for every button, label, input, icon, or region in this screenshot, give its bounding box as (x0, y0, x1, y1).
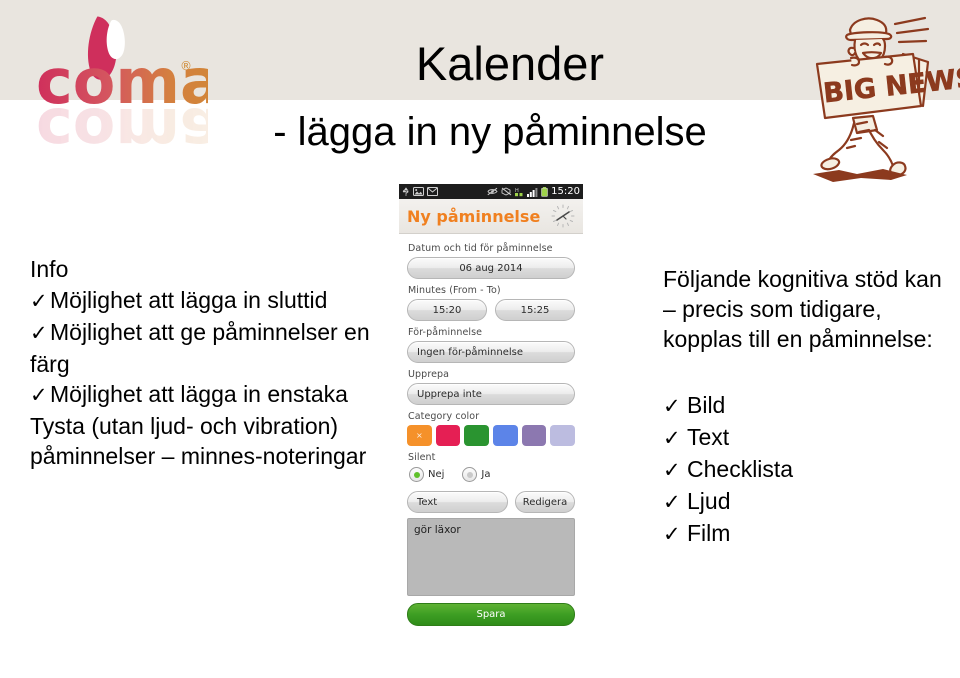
status-bar-clock: 15:20 (551, 185, 580, 197)
phone-app-header: Ny påminnelse (399, 199, 583, 234)
silent-option-no[interactable]: Nej (409, 467, 444, 482)
battery-icon (541, 186, 548, 197)
cognitive-support-column: Följande kognitiva stöd kan – precis som… (663, 264, 955, 550)
signal-icon (527, 187, 538, 197)
silent-icon (487, 187, 498, 196)
support-list-item: ✓ Ljud (663, 486, 955, 518)
silent-radio-group: Nej Ja (407, 467, 575, 482)
cognitive-support-paragraph: Följande kognitiva stöd kan – precis som… (663, 266, 942, 352)
phone-screenshot: H 15:20 Ny påminnelse Datum och tid för … (399, 184, 583, 678)
silent-label: Silent (408, 452, 436, 463)
category-color-swatches: × (407, 425, 576, 446)
image-icon (413, 187, 424, 196)
support-list-item-label: Film (687, 520, 731, 546)
check-icon: ✓ (663, 395, 681, 418)
info-list-item: ✓ Möjlighet att ge påminnelser en färg (30, 317, 380, 379)
support-list-item-label: Checklista (687, 456, 794, 482)
repeat-label: Upprepa (408, 369, 450, 380)
minutes-label: Minutes (From - To) (408, 285, 501, 296)
attachment-button-row: Text Redigera (407, 491, 575, 513)
selected-marker-icon: × (415, 430, 423, 440)
hsdpa-icon: H (515, 188, 523, 196)
support-list-item: ✓ Text (663, 422, 955, 454)
edit-button[interactable]: Redigera (515, 491, 575, 513)
info-list-item-label: Möjlighet att lägga in enstaka Tysta (ut… (30, 381, 367, 469)
save-button[interactable]: Spara (407, 603, 575, 626)
info-column: Info ✓ Möjlighet att lägga in sluttid ✓ Mö… (30, 254, 380, 471)
check-icon: ✓ (663, 459, 681, 482)
time-range-row: 15:20 15:25 (407, 299, 575, 321)
check-icon: ✓ (663, 491, 681, 514)
support-list-item: ✓ Bild (663, 390, 955, 422)
logo-registered-mark: ® (180, 59, 192, 73)
usb-icon (402, 186, 409, 196)
pre-reminder-select[interactable]: Ingen för-påminnelse (407, 341, 575, 363)
check-icon: ✓ (30, 322, 48, 345)
time-to-button[interactable]: 15:25 (495, 299, 575, 321)
color-swatch-blue[interactable] (493, 425, 518, 446)
info-list-item-label: Möjlighet att ge påminnelser en färg (30, 319, 370, 377)
color-swatch-crimson[interactable] (435, 425, 461, 446)
check-icon: ✓ (30, 290, 48, 313)
note-textarea[interactable]: gör läxor (407, 518, 575, 596)
info-list-item: ✓ Möjlighet att lägga in enstaka Tysta (u… (30, 379, 380, 471)
pre-reminder-label: För-påminnelse (408, 327, 483, 338)
phone-status-bar: H 15:20 (399, 184, 583, 199)
info-list-item-label: Möjlighet att lägga in sluttid (50, 287, 328, 313)
clock-icon (550, 203, 576, 233)
sync-off-icon (501, 187, 512, 196)
check-icon: ✓ (30, 384, 48, 407)
support-list-item: ✓ Film (663, 518, 955, 550)
phone-form: Datum och tid för påminnelse 06 aug 2014… (399, 234, 583, 626)
silent-option-no-label: Nej (428, 469, 445, 480)
support-list-item: ✓ Checklista (663, 454, 955, 486)
big-news-illustration: BIG NEWS (795, 2, 960, 187)
radio-unselected-icon (462, 467, 478, 482)
color-swatch-orange[interactable]: × (407, 425, 432, 446)
color-swatch-green[interactable] (464, 425, 490, 446)
support-list-item-label: Ljud (687, 488, 731, 514)
phone-app-title: Ny påminnelse (407, 206, 541, 226)
support-list-item-label: Text (687, 424, 730, 450)
color-swatch-purple[interactable] (521, 425, 547, 446)
category-color-label: Category color (408, 411, 480, 422)
repeat-select[interactable]: Upprepa inte (407, 383, 575, 405)
text-attachment-button[interactable]: Text (407, 491, 508, 513)
info-list-item: ✓ Möjlighet att lägga in sluttid (30, 285, 380, 317)
check-icon: ✓ (663, 427, 681, 450)
info-heading: Info (30, 256, 69, 282)
support-list-item-label: Bild (687, 392, 726, 418)
radio-selected-icon (409, 467, 424, 482)
page-subtitle: - lägga in ny påminnelse (273, 110, 707, 154)
page-title: Kalender (415, 37, 605, 90)
time-from-button[interactable]: 15:20 (407, 299, 487, 321)
color-swatch-lavender[interactable] (550, 425, 576, 446)
silent-option-yes-label: Ja (481, 469, 491, 480)
check-icon: ✓ (663, 523, 681, 546)
datetime-label: Datum och tid för påminnelse (408, 243, 553, 254)
date-button[interactable]: 06 aug 2014 (407, 257, 575, 279)
mail-icon (427, 187, 438, 196)
silent-option-yes[interactable]: Ja (462, 467, 491, 482)
